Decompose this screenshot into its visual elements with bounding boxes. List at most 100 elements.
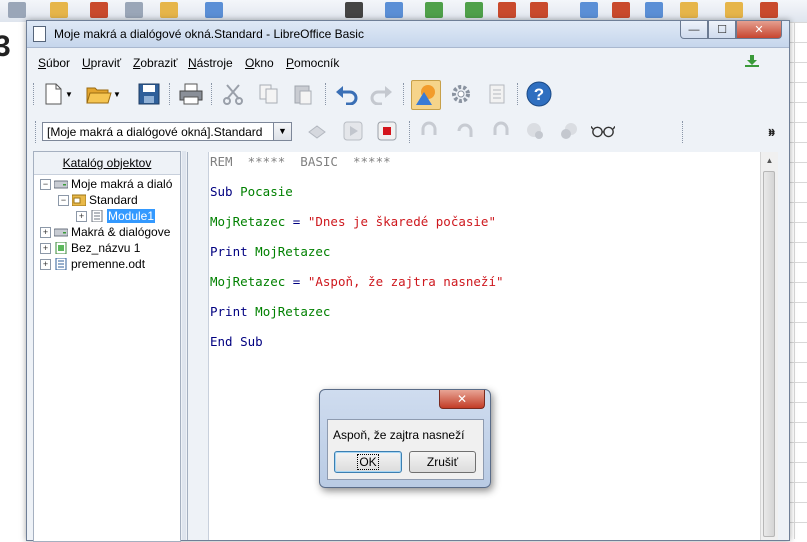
menu-bar: Súbor Upraviť Zobraziť Nástroje Okno Pom…	[27, 51, 789, 73]
bg-toolbar-icon	[760, 2, 778, 18]
cancel-button-label: Zrušiť	[426, 455, 459, 469]
toolbar-separator	[325, 83, 327, 105]
object-catalog-panel: Katalóg objektov − Moje makrá a dialó − …	[33, 151, 181, 542]
tree-node-premenne[interactable]: + premenne.odt	[40, 256, 145, 272]
menu-okno[interactable]: Okno	[245, 56, 274, 70]
copy-icon[interactable]	[255, 80, 283, 108]
open-folder-icon[interactable]	[85, 80, 113, 108]
step-into-icon[interactable]	[417, 119, 441, 143]
bg-toolbar-icon	[725, 2, 743, 18]
drive-icon	[54, 180, 68, 189]
close-button[interactable]: ✕	[736, 21, 782, 39]
tree-node-bez-nazvu[interactable]: + Bez_názvu 1	[40, 240, 140, 256]
toolbar-more-button[interactable]: »	[768, 125, 775, 140]
bg-toolbar-icon	[645, 2, 663, 18]
bg-toolbar-icon	[385, 2, 403, 18]
toolbar-separator	[211, 83, 213, 105]
standard-toolbar: ▼ ▼ ?	[27, 77, 789, 111]
menu-nastroje[interactable]: Nástroje	[188, 56, 233, 70]
bg-toolbar-icon	[160, 2, 178, 18]
chevron-down-icon[interactable]: ▼	[273, 123, 291, 140]
toolbar-separator	[409, 121, 411, 143]
macro-list-icon[interactable]	[483, 80, 511, 108]
maximize-button[interactable]: ☐	[708, 21, 736, 39]
library-selector[interactable]: [Moje makrá a dialógové okná].Standard ▼	[42, 122, 292, 141]
watch-glasses-icon[interactable]	[591, 119, 615, 143]
toolbar-separator	[403, 83, 405, 105]
bg-toolbar-icon	[530, 2, 548, 18]
chevron-down-icon[interactable]: ▼	[63, 80, 75, 108]
stop-icon[interactable]	[375, 119, 399, 143]
code-text[interactable]: REM ***** BASIC ***** Sub Pocasie MojRet…	[210, 154, 504, 349]
save-icon[interactable]	[135, 80, 163, 108]
menu-subor[interactable]: Súbor	[38, 56, 70, 70]
chevron-down-icon[interactable]: ▼	[111, 80, 123, 108]
menu-zobrazit[interactable]: Zobraziť	[133, 56, 178, 70]
shapes-icon[interactable]	[411, 80, 441, 110]
panel-splitter[interactable]	[182, 151, 186, 540]
dialog-close-button[interactable]: ✕	[439, 390, 485, 409]
background-text: 3	[0, 30, 11, 63]
scroll-thumb[interactable]	[763, 171, 775, 537]
print-icon[interactable]	[177, 80, 205, 108]
spreadsheet-icon	[55, 242, 67, 254]
library-selector-value: [Moje makrá a dialógové okná].Standard	[47, 125, 263, 139]
menu-upravit[interactable]: Upraviť	[82, 56, 121, 70]
window-title: Moje makrá a dialógové okná.Standard - L…	[54, 27, 364, 41]
compile-icon[interactable]	[305, 119, 329, 143]
code-identifier: MojRetazec	[210, 214, 286, 229]
code-identifier: MojRetazec	[210, 274, 286, 289]
settings-gear-icon[interactable]	[447, 80, 475, 108]
undo-icon[interactable]	[333, 80, 361, 108]
step-out-icon[interactable]	[489, 119, 513, 143]
window-controls: — ☐ ✕	[680, 21, 782, 40]
bg-toolbar-icon	[465, 2, 483, 18]
collapse-icon[interactable]: −	[58, 194, 69, 206]
toolbar-separator	[169, 83, 171, 105]
expand-icon[interactable]: +	[76, 210, 87, 222]
drive-icon	[54, 228, 68, 237]
expand-icon[interactable]: +	[40, 226, 51, 238]
bg-toolbar-icon	[498, 2, 516, 18]
title-bar[interactable]: Moje makrá a dialógové okná.Standard - L…	[27, 21, 789, 48]
step-over-icon[interactable]	[453, 119, 477, 143]
code-operator: =	[285, 214, 308, 229]
tree-node-label: Standard	[89, 193, 138, 207]
bg-toolbar-icon	[425, 2, 443, 18]
tree-node-label: Moje makrá a dialó	[71, 177, 173, 191]
tree-node-standard[interactable]: − Standard	[58, 192, 138, 208]
bg-toolbar-icon	[580, 2, 598, 18]
vertical-scrollbar[interactable]: ▲	[760, 152, 778, 540]
redo-icon[interactable]	[367, 80, 395, 108]
run-icon[interactable]	[341, 119, 365, 143]
bg-toolbar-icon	[8, 2, 26, 18]
cancel-button[interactable]: Zrušiť	[409, 451, 476, 473]
tree-node-label-selected: Module1	[107, 209, 156, 223]
expand-icon[interactable]: +	[40, 258, 51, 270]
toolbar-separator	[682, 121, 684, 143]
manage-breakpoints-icon[interactable]	[557, 119, 581, 143]
download-update-icon[interactable]	[745, 55, 759, 67]
ok-button[interactable]: OK	[334, 451, 402, 473]
library-folder-icon	[72, 194, 86, 206]
paste-icon[interactable]	[289, 80, 317, 108]
tree-node-my-macros[interactable]: − Moje makrá a dialó	[40, 176, 172, 192]
tree-node-application-macros[interactable]: + Makrá & dialógove	[40, 224, 170, 240]
code-identifier: MojRetazec	[255, 244, 331, 259]
collapse-icon[interactable]: −	[40, 178, 51, 190]
code-identifier: Pocasie	[240, 184, 293, 199]
cut-icon[interactable]	[219, 80, 247, 108]
bg-toolbar-icon	[345, 2, 363, 18]
scroll-up-icon[interactable]: ▲	[761, 152, 778, 169]
tree-node-module1[interactable]: + Module1	[76, 208, 156, 224]
message-dialog: ✕ Aspoň, že zajtra nasneží OK Zrušiť	[319, 389, 491, 488]
minimize-button[interactable]: —	[680, 21, 708, 39]
line-gutter[interactable]	[188, 152, 209, 540]
dialog-body: Aspoň, že zajtra nasneží OK Zrušiť	[327, 419, 484, 480]
breakpoint-icon[interactable]	[523, 119, 547, 143]
help-icon[interactable]: ?	[525, 80, 553, 108]
menu-pomocnik[interactable]: Pomocník	[286, 56, 339, 70]
expand-icon[interactable]: +	[40, 242, 51, 254]
code-string: "Dnes je škaredé počasie"	[307, 214, 496, 229]
bg-toolbar-icon	[90, 2, 108, 18]
